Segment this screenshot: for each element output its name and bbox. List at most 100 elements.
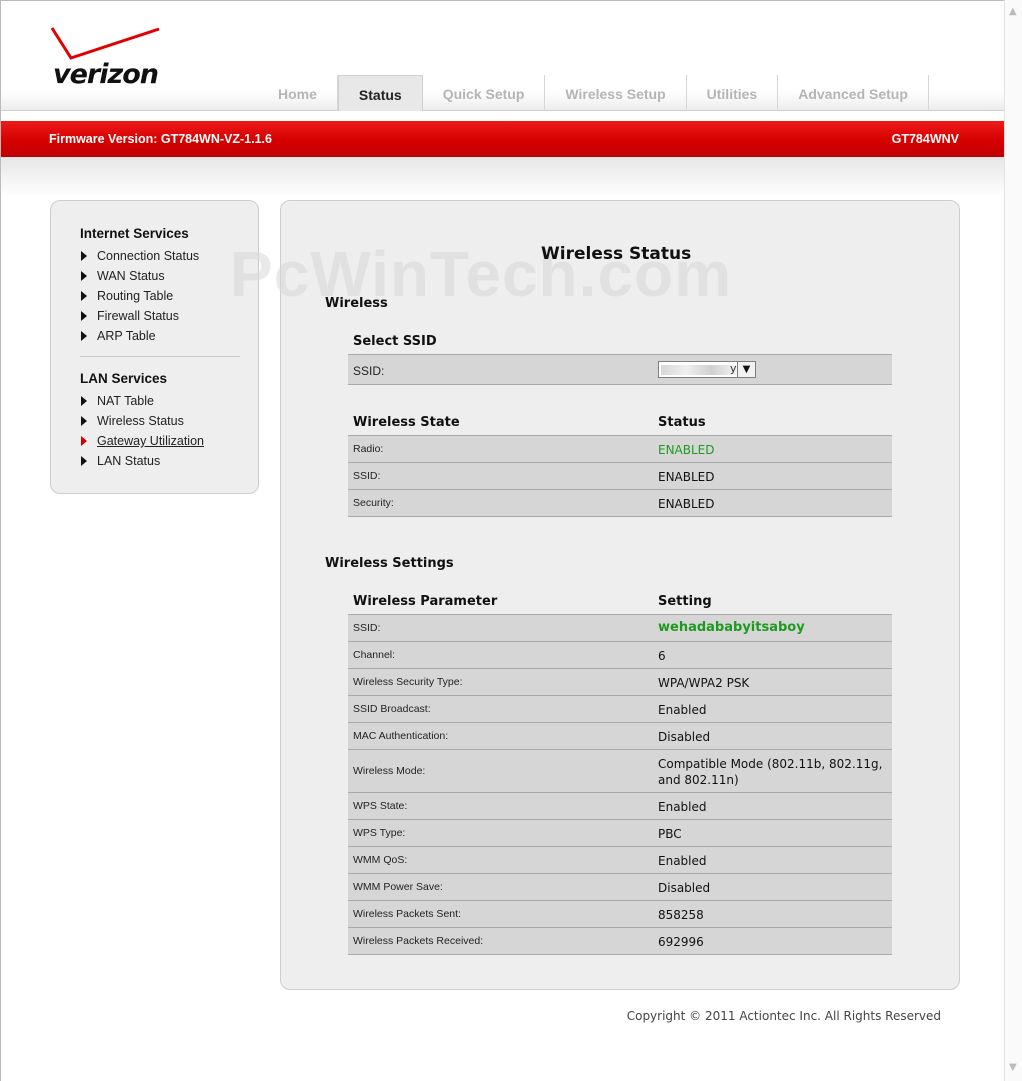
row-key: WMM QoS: xyxy=(353,854,408,866)
tab-quick-setup[interactable]: Quick Setup xyxy=(423,75,546,111)
row-key: Wireless Mode: xyxy=(353,765,426,777)
firmware-version: Firmware Version: GT784WN-VZ-1.1.6 xyxy=(49,132,272,146)
browser-page: verizon Home Status Quick Setup Wireless… xyxy=(0,0,1004,1081)
sidebar-item-gateway-utilization[interactable]: Gateway Utilization xyxy=(81,434,204,448)
row-key: SSID: xyxy=(353,470,381,482)
table-row: WPS State: Enabled xyxy=(348,793,892,820)
row-value: PBC xyxy=(658,827,682,841)
sidebar-item-connection-status[interactable]: Connection Status xyxy=(81,249,199,263)
firmware-banner: Firmware Version: GT784WN-VZ-1.1.6 GT784… xyxy=(1,121,1004,157)
ssid-select[interactable]: yi ▼ xyxy=(658,361,756,378)
banner-shadow xyxy=(1,157,1004,197)
row-value: ENABLED xyxy=(658,470,715,484)
tab-advanced-setup[interactable]: Advanced Setup xyxy=(778,75,929,111)
sidebar-item-routing-table[interactable]: Routing Table xyxy=(81,289,173,303)
tab-status[interactable]: Status xyxy=(337,75,423,111)
arrow-right-icon xyxy=(81,291,87,301)
status-header: Status xyxy=(658,415,706,430)
arrow-right-icon xyxy=(81,251,87,261)
ssid-select-row: SSID: xyxy=(348,355,892,385)
arrow-right-icon xyxy=(81,311,87,321)
table-row: Radio: ENABLED xyxy=(348,436,892,463)
table-row: Wireless Mode: Compatible Mode (802.11b,… xyxy=(348,750,892,793)
table-row: SSID: ENABLED xyxy=(348,463,892,490)
row-value: Enabled xyxy=(658,703,707,717)
row-key: Security: xyxy=(353,497,394,509)
redacted-ssid xyxy=(661,365,737,375)
page-title: Wireless Status xyxy=(541,244,692,264)
vertical-scrollbar[interactable]: ▲ ▼ xyxy=(1004,0,1022,1081)
table-row: Wireless Packets Received: 692996 xyxy=(348,928,892,955)
scroll-up-icon[interactable]: ▲ xyxy=(1009,6,1017,17)
row-key: MAC Authentication: xyxy=(353,730,449,742)
row-value: 858258 xyxy=(658,908,704,922)
wireless-state-header: Wireless State xyxy=(353,415,460,430)
row-value: WPA/WPA2 PSK xyxy=(658,676,750,690)
arrow-right-icon xyxy=(81,456,87,466)
arrow-right-icon xyxy=(81,416,87,426)
row-value: wehadababyitsaboy xyxy=(658,620,805,635)
row-value: 6 xyxy=(658,649,666,663)
table-row: WPS Type: PBC xyxy=(348,820,892,847)
row-key: SSID Broadcast: xyxy=(353,703,431,715)
row-key: Wireless Packets Sent: xyxy=(353,908,461,920)
row-value: ENABLED xyxy=(658,497,715,511)
setting-header: Setting xyxy=(658,594,712,609)
row-value: Compatible Mode (802.11b, 802.11g, and 80… xyxy=(658,756,882,788)
table-row: Channel: 6 xyxy=(348,642,892,669)
arrow-right-icon xyxy=(81,436,87,446)
sidebar-item-arp-table[interactable]: ARP Table xyxy=(81,329,156,343)
main-nav-tabs: Home Status Quick Setup Wireless Setup U… xyxy=(258,75,929,111)
logo-text: verizon xyxy=(53,59,159,90)
scroll-down-icon[interactable]: ▼ xyxy=(1009,1062,1017,1073)
row-value-line: Compatible Mode (802.11b, 802.11g, xyxy=(658,757,883,771)
row-value: Enabled xyxy=(658,854,707,868)
tab-home[interactable]: Home xyxy=(258,75,338,111)
row-key: SSID: xyxy=(353,622,381,634)
arrow-right-icon xyxy=(81,331,87,341)
row-value: ENABLED xyxy=(658,443,715,457)
table-row: Security: ENABLED xyxy=(348,490,892,517)
section-heading-wireless: Wireless xyxy=(325,296,388,311)
row-value-line: and 802.11n) xyxy=(658,773,739,787)
row-key: WPS State: xyxy=(353,800,408,812)
sidebar-heading-internet: Internet Services xyxy=(80,226,189,241)
row-key: WPS Type: xyxy=(353,827,406,839)
row-value: 692996 xyxy=(658,935,704,949)
sidebar: Internet Services Connection Status WAN … xyxy=(50,200,259,494)
row-key: Wireless Packets Received: xyxy=(353,935,484,947)
tab-utilities[interactable]: Utilities xyxy=(687,75,779,111)
table-row: WMM Power Save: Disabled xyxy=(348,874,892,901)
model-name: GT784WNV xyxy=(891,132,959,146)
wireless-parameter-header: Wireless Parameter xyxy=(353,594,498,609)
sidebar-heading-lan: LAN Services xyxy=(80,371,168,386)
verizon-logo[interactable]: verizon xyxy=(49,25,164,95)
table-row: SSID: wehadababyitsaboy xyxy=(348,615,892,642)
sidebar-item-wireless-status[interactable]: Wireless Status xyxy=(81,414,184,428)
row-key: Radio: xyxy=(353,443,384,455)
row-key: WMM Power Save: xyxy=(353,881,443,893)
table-row: MAC Authentication: Disabled xyxy=(348,723,892,750)
row-value: Disabled xyxy=(658,881,711,895)
arrow-right-icon xyxy=(81,271,87,281)
arrow-right-icon xyxy=(81,396,87,406)
table-row: SSID Broadcast: Enabled xyxy=(348,696,892,723)
select-ssid-heading: Select SSID xyxy=(353,334,437,349)
row-key: Channel: xyxy=(353,649,396,661)
copyright-text: Copyright © 2011 Actiontec Inc. All Righ… xyxy=(626,1009,941,1023)
sidebar-item-firewall-status[interactable]: Firewall Status xyxy=(81,309,179,323)
row-value: Enabled xyxy=(658,800,707,814)
chevron-down-icon[interactable]: ▼ xyxy=(737,362,755,377)
row-key: Wireless Security Type: xyxy=(353,676,463,688)
sidebar-item-wan-status[interactable]: WAN Status xyxy=(81,269,165,283)
ssid-select-label: SSID: xyxy=(353,364,385,378)
sidebar-divider xyxy=(80,356,240,357)
row-value: Disabled xyxy=(658,730,711,744)
table-row: Wireless Packets Sent: 858258 xyxy=(348,901,892,928)
sidebar-item-nat-table[interactable]: NAT Table xyxy=(81,394,154,408)
table-row: WMM QoS: Enabled xyxy=(348,847,892,874)
table-row: Wireless Security Type: WPA/WPA2 PSK xyxy=(348,669,892,696)
section-heading-wireless-settings: Wireless Settings xyxy=(325,556,454,571)
sidebar-item-lan-status[interactable]: LAN Status xyxy=(81,454,160,468)
tab-wireless-setup[interactable]: Wireless Setup xyxy=(545,75,687,111)
